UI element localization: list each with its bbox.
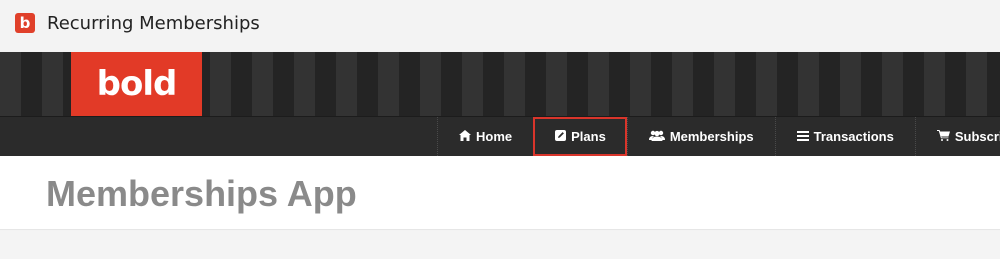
list-icon [796, 130, 809, 144]
main-navbar: Home Plans Memberships Transactions Subs… [0, 116, 1000, 156]
nav-item-plans[interactable]: Plans [533, 117, 627, 156]
bold-logo-text: bold [96, 64, 178, 104]
home-icon [459, 129, 471, 144]
nav-item-memberships-label: Memberships [669, 129, 754, 144]
nav-item-home[interactable]: Home [437, 117, 533, 156]
nav-item-subscription-orders-label: Subscription Or [954, 129, 1000, 144]
bold-logo[interactable]: bold [71, 52, 202, 116]
nav-item-home-label: Home [476, 129, 513, 144]
nav-item-memberships[interactable]: Memberships [626, 117, 775, 156]
nav-item-plans-label: Plans [571, 129, 606, 144]
app-logo-icon: b [15, 13, 35, 33]
nav-item-subscription-orders[interactable]: Subscription Or [914, 117, 1000, 156]
users-icon [648, 130, 665, 144]
page-title: Memberships App [46, 173, 357, 214]
cart-icon [936, 129, 950, 144]
page-header: Memberships App [0, 156, 1000, 230]
page-content [0, 231, 1000, 259]
edit-icon [555, 129, 567, 144]
nav-item-transactions[interactable]: Transactions [774, 117, 915, 156]
nav-items: Home Plans Memberships Transactions Subs… [437, 117, 1000, 156]
nav-item-transactions-label: Transactions [813, 129, 894, 144]
app-title: Recurring Memberships [47, 13, 260, 34]
app-title-bar: b Recurring Memberships [0, 0, 1000, 52]
